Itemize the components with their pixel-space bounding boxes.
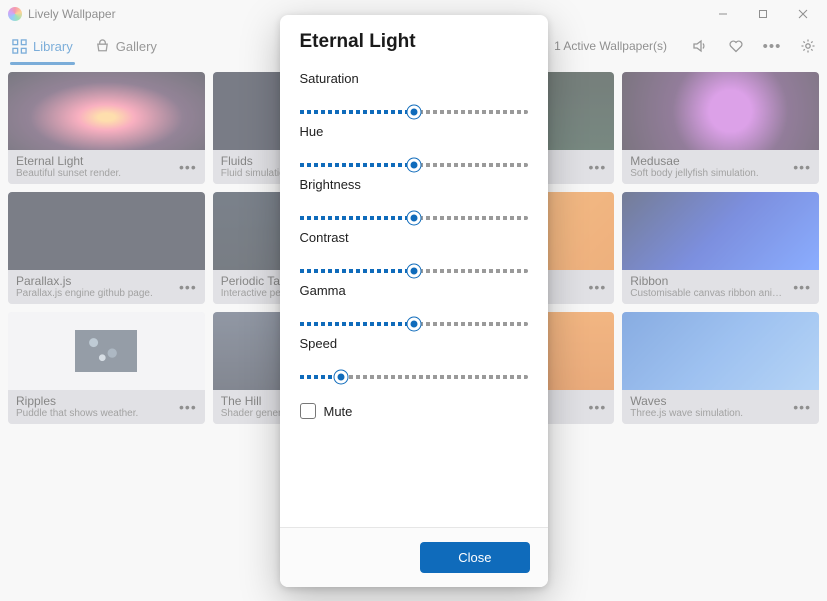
slider-label: Saturation [300,71,528,86]
slider-label: Hue [300,124,528,139]
slider-field: Brightness [300,177,528,220]
slider-knob[interactable] [407,159,420,172]
slider-knob[interactable] [407,265,420,278]
slider-contrast[interactable] [300,269,528,273]
slider-field: Contrast [300,230,528,273]
slider-field: Gamma [300,283,528,326]
slider-knob[interactable] [407,106,420,119]
slider-knob[interactable] [407,318,420,331]
slider-knob[interactable] [334,371,347,384]
modal-body: Saturation Hue Brightness Contrast Gamma Spee… [280,59,548,527]
slider-gamma[interactable] [300,322,528,326]
slider-field: Speed [300,336,528,379]
slider-saturation[interactable] [300,110,528,114]
slider-knob[interactable] [407,212,420,225]
modal-footer: Close [280,527,548,587]
slider-label: Brightness [300,177,528,192]
slider-label: Speed [300,336,528,351]
slider-field: Hue [300,124,528,167]
slider-hue[interactable] [300,163,528,167]
slider-label: Contrast [300,230,528,245]
slider-brightness[interactable] [300,216,528,220]
slider-speed[interactable] [300,375,528,379]
close-button[interactable]: Close [420,542,529,573]
mute-checkbox-row[interactable]: Mute [300,403,528,419]
modal-title: Eternal Light [280,15,548,59]
mute-label: Mute [324,404,353,419]
checkbox-icon[interactable] [300,403,316,419]
settings-modal: Eternal Light Saturation Hue Brightness Con… [280,15,548,587]
slider-field: Saturation [300,71,528,114]
slider-label: Gamma [300,283,528,298]
